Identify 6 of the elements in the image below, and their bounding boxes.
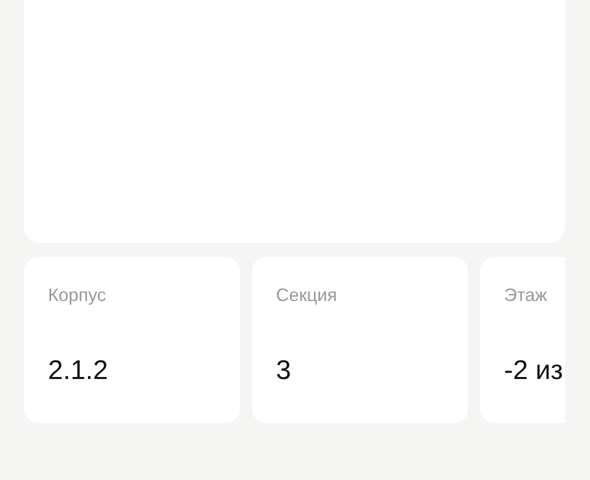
info-value: 2.1.2 (48, 354, 108, 387)
info-label: Секция (276, 284, 337, 307)
info-value: 3 (276, 354, 292, 387)
info-label: Этаж (504, 284, 548, 307)
info-value: -2 из (504, 354, 563, 387)
info-label: Корпус (48, 284, 106, 307)
